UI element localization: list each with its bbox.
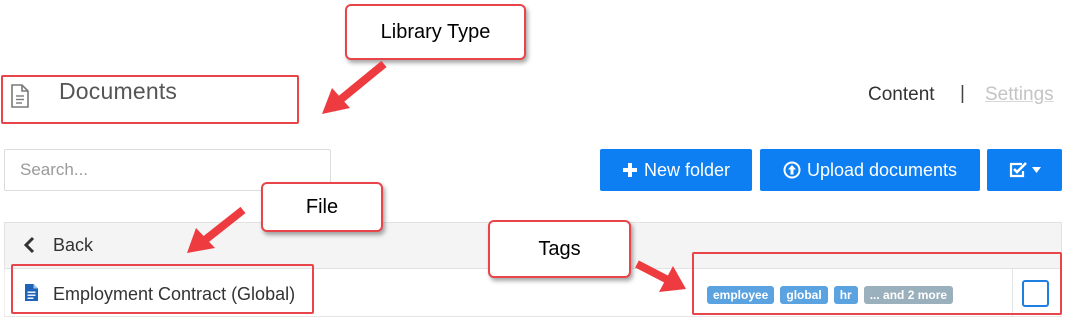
upload-documents-button[interactable]: Upload documents bbox=[760, 149, 980, 191]
upload-circle-icon bbox=[783, 161, 801, 179]
tags-callout: Tags bbox=[488, 220, 631, 278]
bulk-select-dropdown[interactable] bbox=[987, 149, 1062, 191]
tab-settings[interactable]: Settings bbox=[985, 84, 1054, 106]
file-callout: File bbox=[261, 182, 383, 232]
arrow-icon bbox=[322, 60, 387, 114]
tab-content[interactable]: Content bbox=[868, 84, 935, 106]
back-link[interactable]: Back bbox=[53, 235, 93, 256]
plus-icon bbox=[622, 163, 637, 177]
new-folder-label: New folder bbox=[643, 159, 731, 180]
library-type-highlight bbox=[1, 75, 299, 124]
chevron-left-icon[interactable] bbox=[22, 236, 36, 254]
library-type-callout: Library Type bbox=[345, 4, 526, 60]
new-folder-button[interactable]: New folder bbox=[600, 149, 752, 191]
file-highlight bbox=[11, 264, 314, 314]
nav-separator: | bbox=[960, 83, 965, 104]
upload-documents-label: Upload documents bbox=[806, 159, 958, 180]
caret-down-icon bbox=[1032, 167, 1041, 173]
check-square-icon bbox=[1009, 162, 1027, 178]
tags-highlight bbox=[692, 252, 1062, 315]
